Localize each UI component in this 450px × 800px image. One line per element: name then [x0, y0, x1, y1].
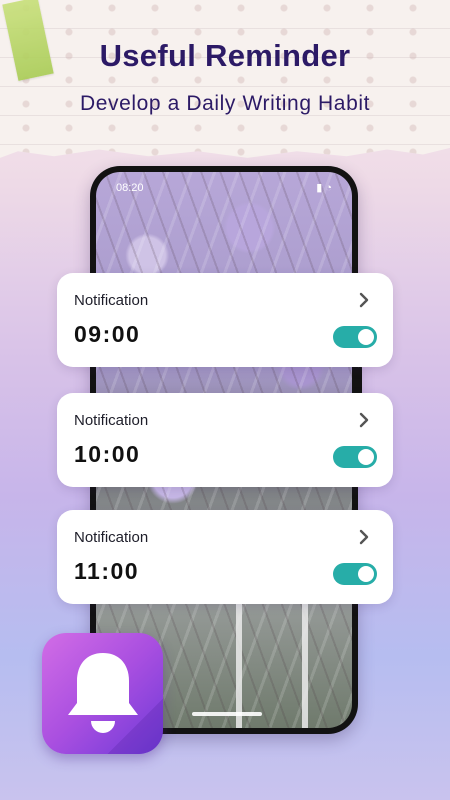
page-subtitle: Develop a Daily Writing Habit — [79, 92, 371, 115]
reminder-card[interactable]: Notification 11:00 — [57, 510, 393, 604]
reminder-time: 09:00 — [74, 321, 141, 347]
reminder-toggle[interactable] — [333, 563, 377, 585]
status-bar-icons: ▮ ◔ — [316, 182, 332, 194]
status-bar-time: 08:20 — [116, 182, 144, 194]
chevron-right-icon[interactable] — [355, 291, 373, 309]
chevron-right-icon[interactable] — [355, 528, 373, 546]
wallpaper-window-frame — [236, 592, 308, 728]
toggle-knob — [358, 329, 374, 345]
toggle-knob — [358, 566, 374, 582]
page-title: Useful Reminder — [99, 38, 351, 73]
bell-icon — [68, 653, 138, 733]
reminder-time: 10:00 — [74, 441, 141, 467]
paper-header-background — [0, 0, 450, 158]
reminder-toggle[interactable] — [333, 326, 377, 348]
reminder-card[interactable]: Notification 10:00 — [57, 393, 393, 487]
reminder-toggle[interactable] — [333, 446, 377, 468]
reminder-label: Notification — [74, 412, 149, 429]
reminder-time: 11:00 — [74, 558, 140, 584]
reminder-label: Notification — [74, 292, 149, 309]
home-indicator — [192, 712, 262, 716]
app-icon — [42, 633, 163, 754]
reminder-label: Notification — [74, 529, 149, 546]
reminder-card[interactable]: Notification 09:00 — [57, 273, 393, 367]
toggle-knob — [358, 449, 374, 465]
chevron-right-icon[interactable] — [355, 411, 373, 429]
